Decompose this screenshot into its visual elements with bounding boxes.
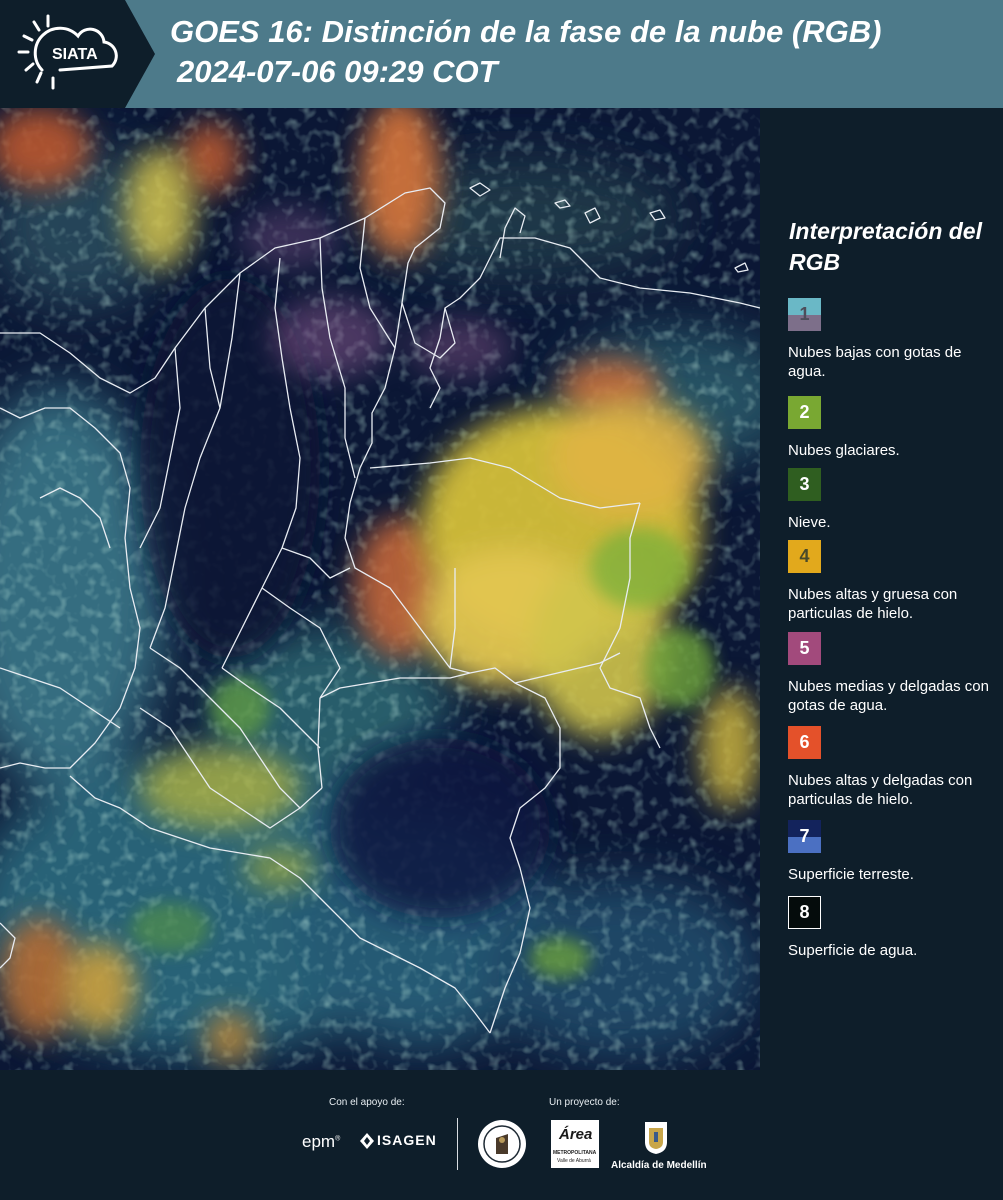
legend-swatch-2: 2 — [788, 396, 821, 429]
alcaldia-label: Alcaldía de Medellín — [611, 1160, 707, 1171]
legend-label-4: Nubes altas y gruesa con particulas de h… — [788, 586, 958, 622]
legend-item-8: 8 Superficie de agua. — [788, 896, 1000, 960]
legend-swatch-1: 1 — [788, 298, 821, 331]
legend-label-7: Superficie terreste. — [788, 866, 914, 883]
legend-swatch-7: 7 — [788, 820, 821, 853]
satellite-map[interactable] — [0, 108, 760, 1070]
legend-swatch-5: 5 — [788, 632, 821, 665]
legend-label-5: Nubes medias y delgadas con gotas de agu… — [788, 678, 989, 714]
legend-label-2: Nubes glaciares. — [788, 442, 900, 459]
legend-swatch-3: 3 — [788, 468, 821, 501]
legend-item-4: 4 Nubes altas y gruesa con particulas de… — [788, 540, 1000, 623]
isagen-mark-icon — [360, 1133, 374, 1149]
support-label: Con el apoyo de: — [329, 1097, 405, 1108]
legend-label-6: Nubes altas y delgadas con particulas de… — [788, 772, 973, 808]
legend-item-7: 7 Superficie terreste. — [788, 820, 1000, 884]
header: SIATA GOES 16: Distinción de la fase de … — [0, 0, 1003, 108]
siata-logo: SIATA — [0, 0, 155, 108]
legend-item-2: 2 Nubes glaciares. — [788, 396, 1000, 460]
legend-title: Interpretación del RGB — [789, 218, 982, 275]
legend-item-5: 5 Nubes medias y delgadas con gotas de a… — [788, 632, 1000, 715]
footer: Con el apoyo de: Un proyecto de: epm® IS… — [0, 1070, 1003, 1200]
legend-panel: Interpretación del RGB 1 Nubes bajas con… — [760, 108, 1003, 1070]
legend-swatch-4: 4 — [788, 540, 821, 573]
legend-swatch-6: 6 — [788, 726, 821, 759]
area-metropolitana-logo: Área METROPOLITANA Valle de Aburrá — [551, 1120, 599, 1168]
seal-logo — [478, 1120, 526, 1168]
legend-label-3: Nieve. — [788, 514, 831, 531]
alcaldia-shield-icon — [645, 1122, 667, 1154]
legend-item-6: 6 Nubes altas y delgadas con particulas … — [788, 726, 1000, 809]
page-timestamp: 2024-07-06 09:29 COT — [177, 54, 498, 89]
page-title: GOES 16: Distinción de la fase de la nub… — [170, 14, 882, 49]
legend-item-3: 3 Nieve. — [788, 468, 1000, 532]
legend-label-1: Nubes bajas con gotas de agua. — [788, 344, 962, 380]
legend-label-8: Superficie de agua. — [788, 942, 918, 959]
legend-item-1: 1 Nubes bajas con gotas de agua. — [788, 298, 1000, 381]
epm-logo: epm® — [302, 1132, 341, 1151]
footer-divider — [457, 1118, 458, 1170]
legend-swatch-8: 8 — [788, 896, 821, 929]
siata-logo-text: SIATA — [52, 46, 98, 63]
project-label: Un proyecto de: — [549, 1097, 620, 1108]
